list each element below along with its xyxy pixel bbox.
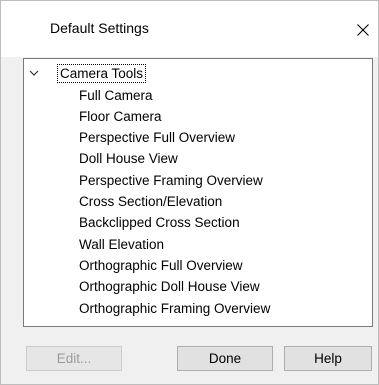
close-button[interactable]: [348, 11, 378, 47]
tree-item-cross-section-elevation[interactable]: Cross Section/Elevation: [79, 192, 222, 212]
tree-item-orthographic-framing-overview[interactable]: Orthographic Framing Overview: [79, 299, 270, 319]
tree-item-backclipped-cross-section[interactable]: Backclipped Cross Section: [79, 213, 240, 233]
title-bar: Default Settings: [1, 1, 378, 57]
camera-tools-tree[interactable]: Camera Tools Full Camera Floor Camera Pe…: [23, 58, 373, 327]
done-button[interactable]: Done: [177, 346, 273, 371]
tree-item-floor-camera[interactable]: Floor Camera: [79, 107, 162, 127]
tree-item-wall-elevation[interactable]: Wall Elevation: [79, 235, 164, 255]
tree-item-perspective-framing-overview[interactable]: Perspective Framing Overview: [79, 171, 263, 191]
edit-button[interactable]: Edit...: [26, 346, 122, 371]
tree-node-camera-tools[interactable]: Camera Tools: [24, 64, 364, 83]
help-button[interactable]: Help: [284, 346, 372, 371]
tree-item-orthographic-doll-house-view[interactable]: Orthographic Doll House View: [79, 277, 260, 297]
dialog-title: Default Settings: [50, 20, 149, 36]
close-icon: [357, 24, 369, 36]
default-settings-dialog: Default Settings Camera Tools Full Camer…: [0, 0, 379, 385]
tree-item-perspective-full-overview[interactable]: Perspective Full Overview: [79, 128, 235, 148]
tree-item-doll-house-view[interactable]: Doll House View: [79, 149, 178, 169]
chevron-down-icon[interactable]: [29, 68, 39, 78]
tree-item-orthographic-full-overview[interactable]: Orthographic Full Overview: [79, 256, 243, 276]
tree-root-label[interactable]: Camera Tools: [57, 64, 147, 83]
tree-item-full-camera[interactable]: Full Camera: [79, 86, 153, 106]
